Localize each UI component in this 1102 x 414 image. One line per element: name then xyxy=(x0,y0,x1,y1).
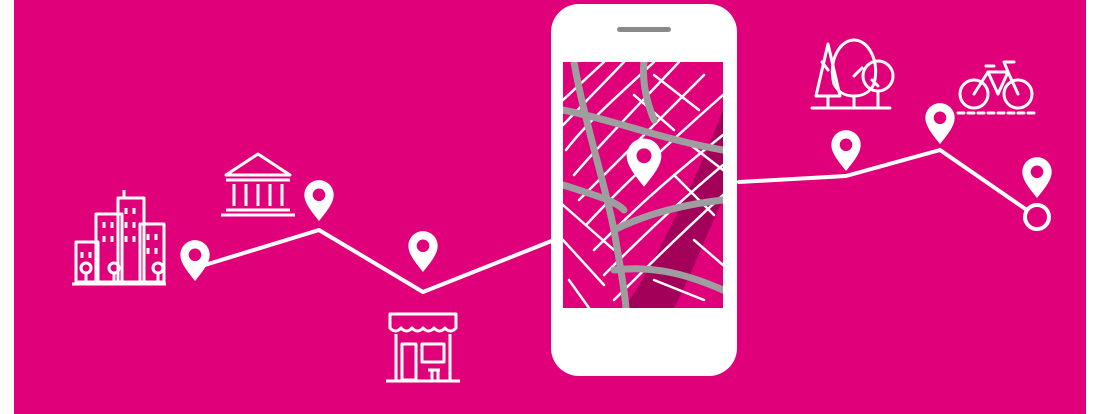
route-end-circle-icon xyxy=(1023,203,1051,231)
banner-background xyxy=(14,0,1086,414)
city-map-icon xyxy=(563,62,723,308)
route-banner xyxy=(14,0,1086,414)
route-illustration xyxy=(14,0,1086,414)
